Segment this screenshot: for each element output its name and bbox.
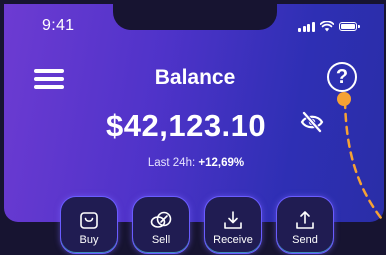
- status-time: 9:41: [42, 17, 75, 34]
- send-button[interactable]: Send: [276, 196, 334, 254]
- help-button[interactable]: ?: [327, 62, 357, 92]
- eye-slash-icon[interactable]: [300, 111, 324, 133]
- sell-button[interactable]: Sell: [132, 196, 190, 254]
- phone-screen: 9:41 Balance ? $42,123.10 Last 24h: +12,…: [0, 0, 386, 255]
- battery-icon: [338, 22, 360, 31]
- device-notch: [113, 0, 277, 30]
- wifi-icon: [319, 21, 334, 32]
- receive-button[interactable]: Receive: [204, 196, 262, 254]
- balance-amount: $42,123.10: [106, 108, 267, 143]
- cellular-signal-icon: [298, 21, 315, 32]
- change-label: Last 24h:: [147, 157, 196, 169]
- download-icon: [224, 211, 242, 229]
- status-icons: [298, 21, 360, 32]
- sell-label: Sell: [151, 234, 171, 246]
- receive-label: Receive: [213, 234, 253, 246]
- coins-icon: [150, 211, 172, 228]
- change-24h: Last 24h: +12,69%: [0, 157, 386, 169]
- send-label: Send: [292, 234, 318, 246]
- shopping-bag-icon: [80, 212, 98, 229]
- change-value: +12,69%: [198, 157, 245, 169]
- upload-icon: [296, 211, 314, 229]
- buy-label: Buy: [79, 234, 99, 246]
- buy-button[interactable]: Buy: [60, 196, 118, 254]
- question-mark-icon: ?: [335, 66, 349, 88]
